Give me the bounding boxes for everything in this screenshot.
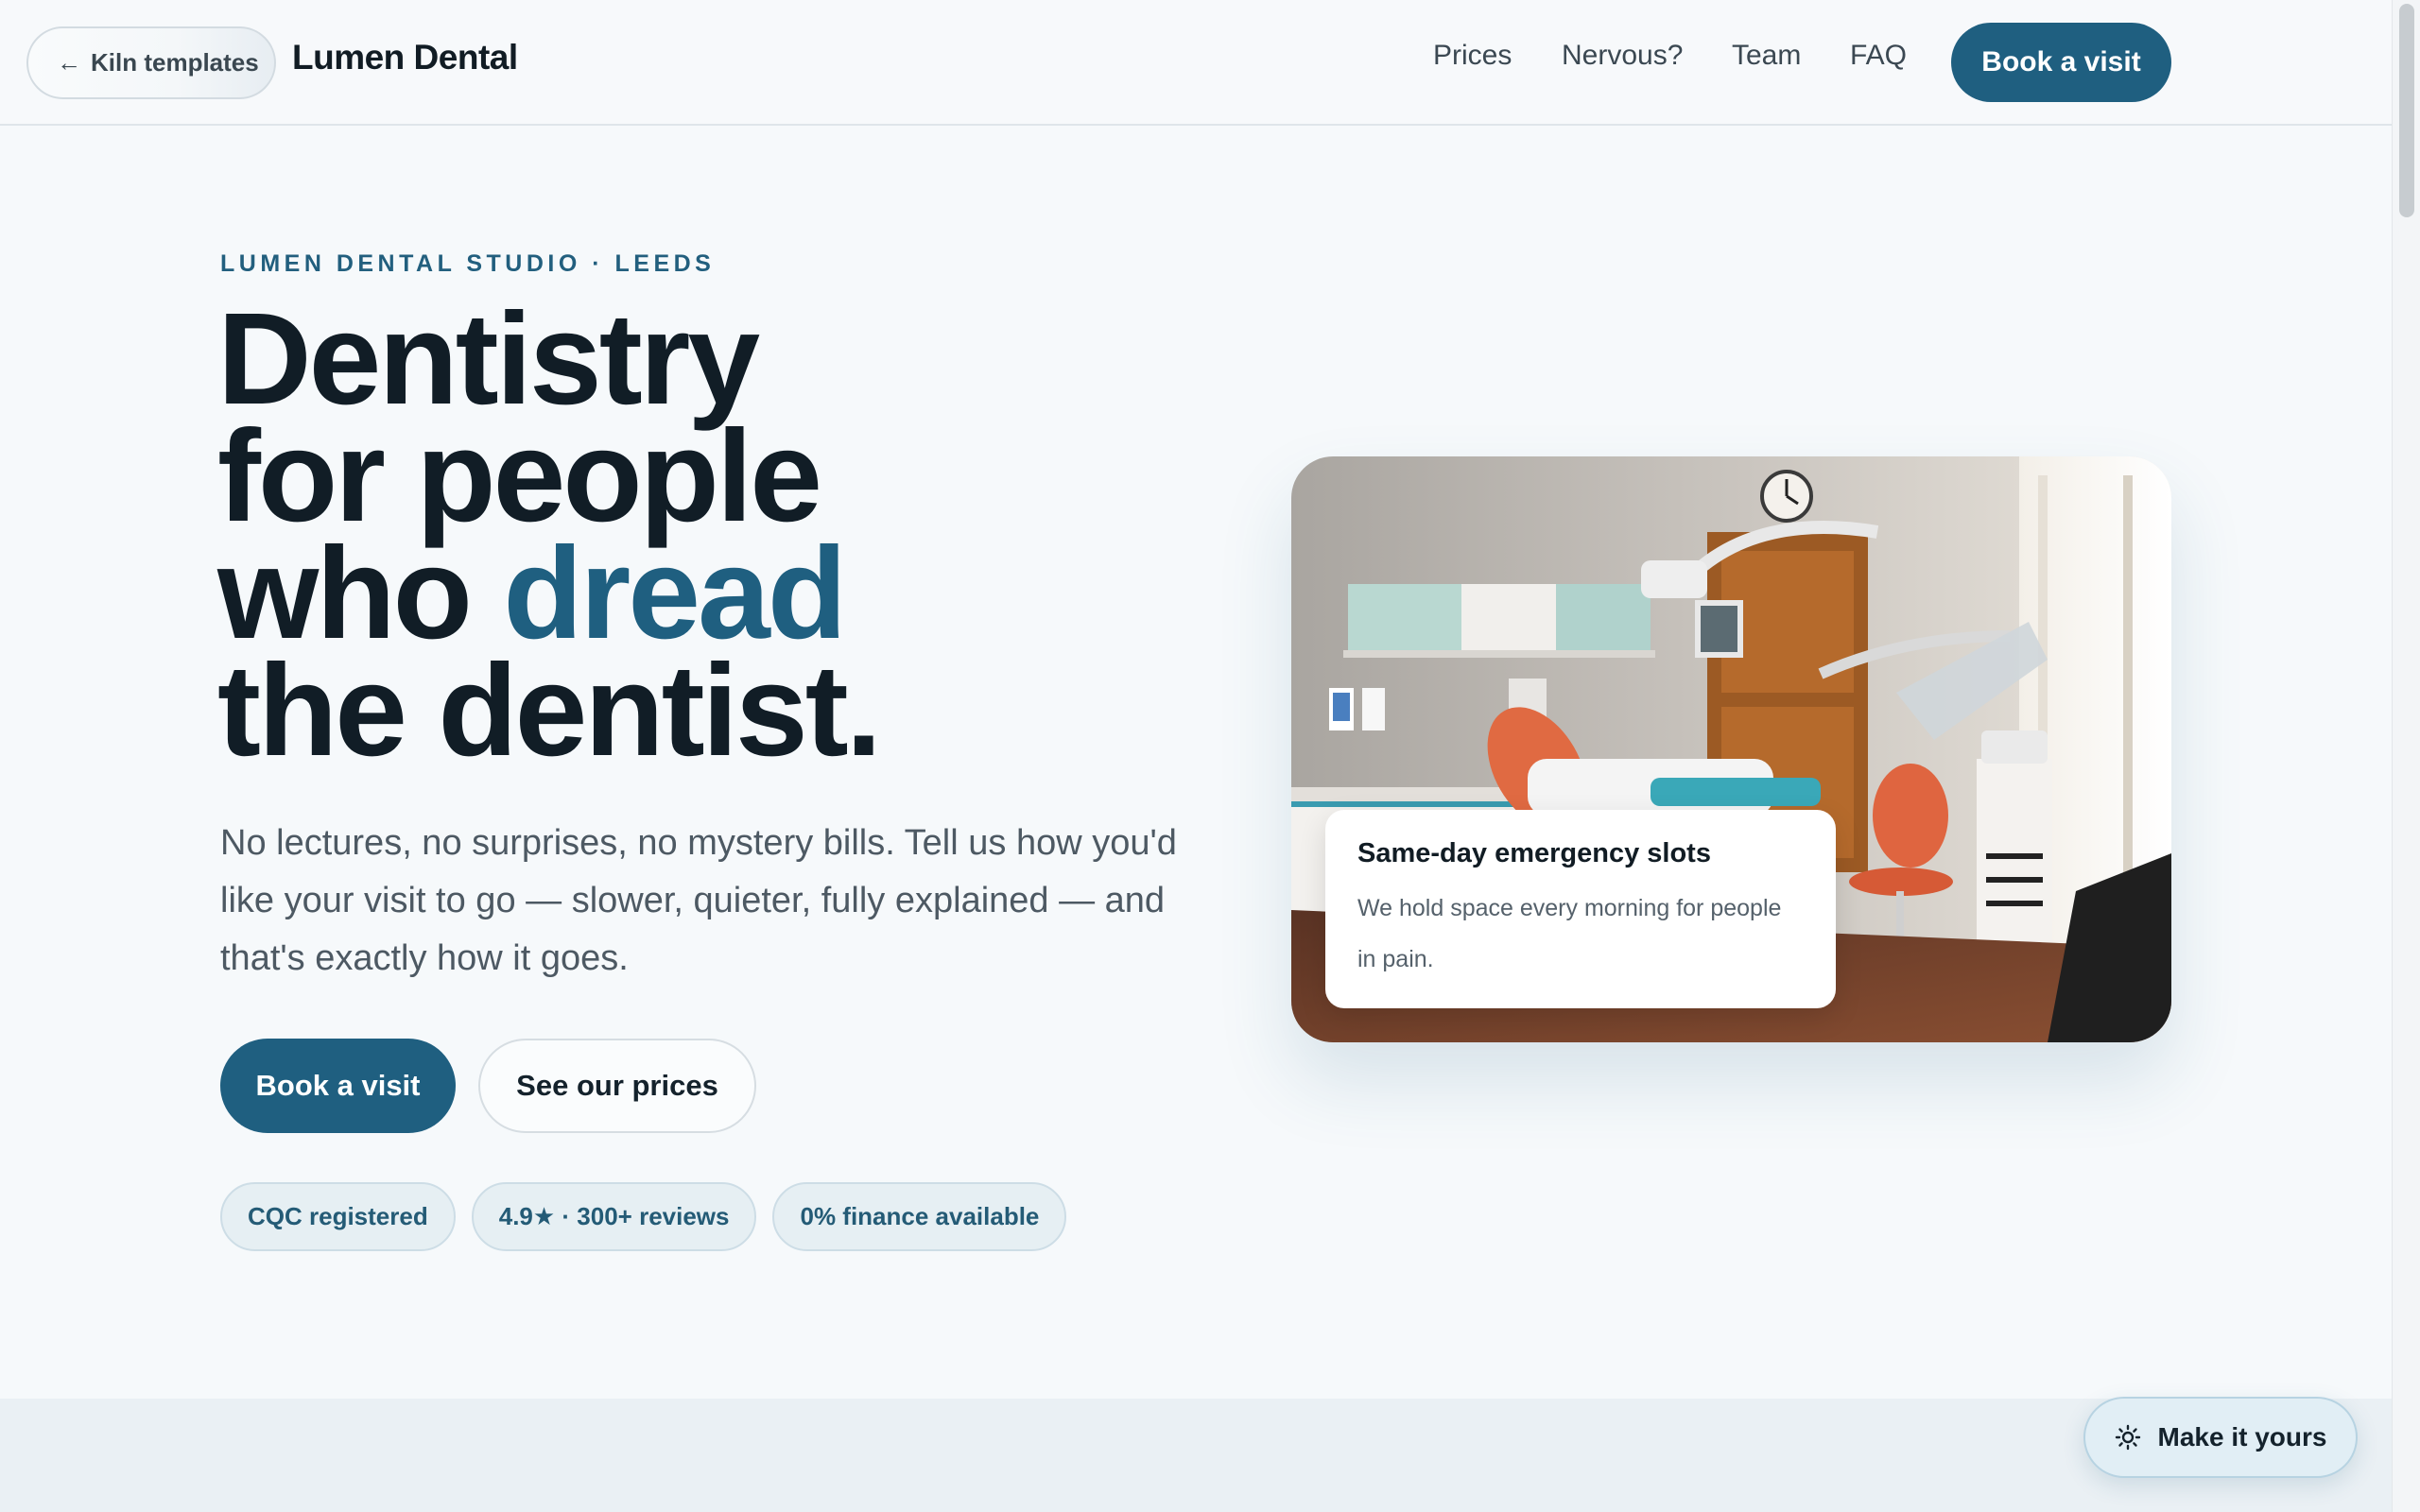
- next-section-band: [0, 1399, 2392, 1512]
- scrollbar[interactable]: [2392, 0, 2420, 1512]
- emergency-card-body: We hold space every morning for people i…: [1357, 895, 1782, 972]
- brand-name[interactable]: Lumen Dental: [292, 38, 518, 77]
- nav-nervous[interactable]: Nervous?: [1562, 40, 1683, 72]
- back-label: Kiln templates: [91, 48, 259, 77]
- headline-line-4: the dentist.: [217, 638, 882, 783]
- nav-prices[interactable]: Prices: [1433, 40, 1512, 72]
- hero-lede: No lectures, no surprises, no mystery bi…: [220, 823, 1177, 978]
- see-prices-button[interactable]: See our prices: [478, 1039, 756, 1133]
- emergency-card-title: Same-day emergency slots: [1357, 838, 1711, 868]
- hero-book-button[interactable]: Book a visit: [220, 1039, 456, 1133]
- scrollbar-thumb[interactable]: [2399, 4, 2414, 217]
- badge-cqc: CQC registered: [220, 1182, 456, 1251]
- header-book-button[interactable]: Book a visit: [1951, 23, 2171, 102]
- back-to-templates-button[interactable]: ← Kiln templates: [26, 26, 276, 99]
- make-it-yours-label: Make it yours: [2157, 1422, 2327, 1452]
- make-it-yours-button[interactable]: Make it yours: [2083, 1397, 2358, 1478]
- trust-badges: CQC registered 4.9★ · 300+ reviews 0% fi…: [220, 1182, 1067, 1251]
- hero-headline: Dentistry for people who dread the denti…: [217, 294, 882, 776]
- nav-team[interactable]: Team: [1732, 40, 1801, 72]
- emergency-slots-card: Same-day emergency slots We hold space e…: [1325, 810, 1836, 1008]
- arrow-left-icon: ←: [57, 48, 81, 77]
- badge-reviews: 4.9★ · 300+ reviews: [471, 1182, 757, 1251]
- hero-eyebrow: LUMEN DENTAL STUDIO · LEEDS: [220, 250, 716, 277]
- site-header: ← Kiln templates Lumen Dental Prices Ner…: [0, 0, 2392, 126]
- nav-faq[interactable]: FAQ: [1850, 40, 1907, 72]
- sun-icon: [2115, 1424, 2140, 1451]
- badge-finance: 0% finance available: [772, 1182, 1067, 1251]
